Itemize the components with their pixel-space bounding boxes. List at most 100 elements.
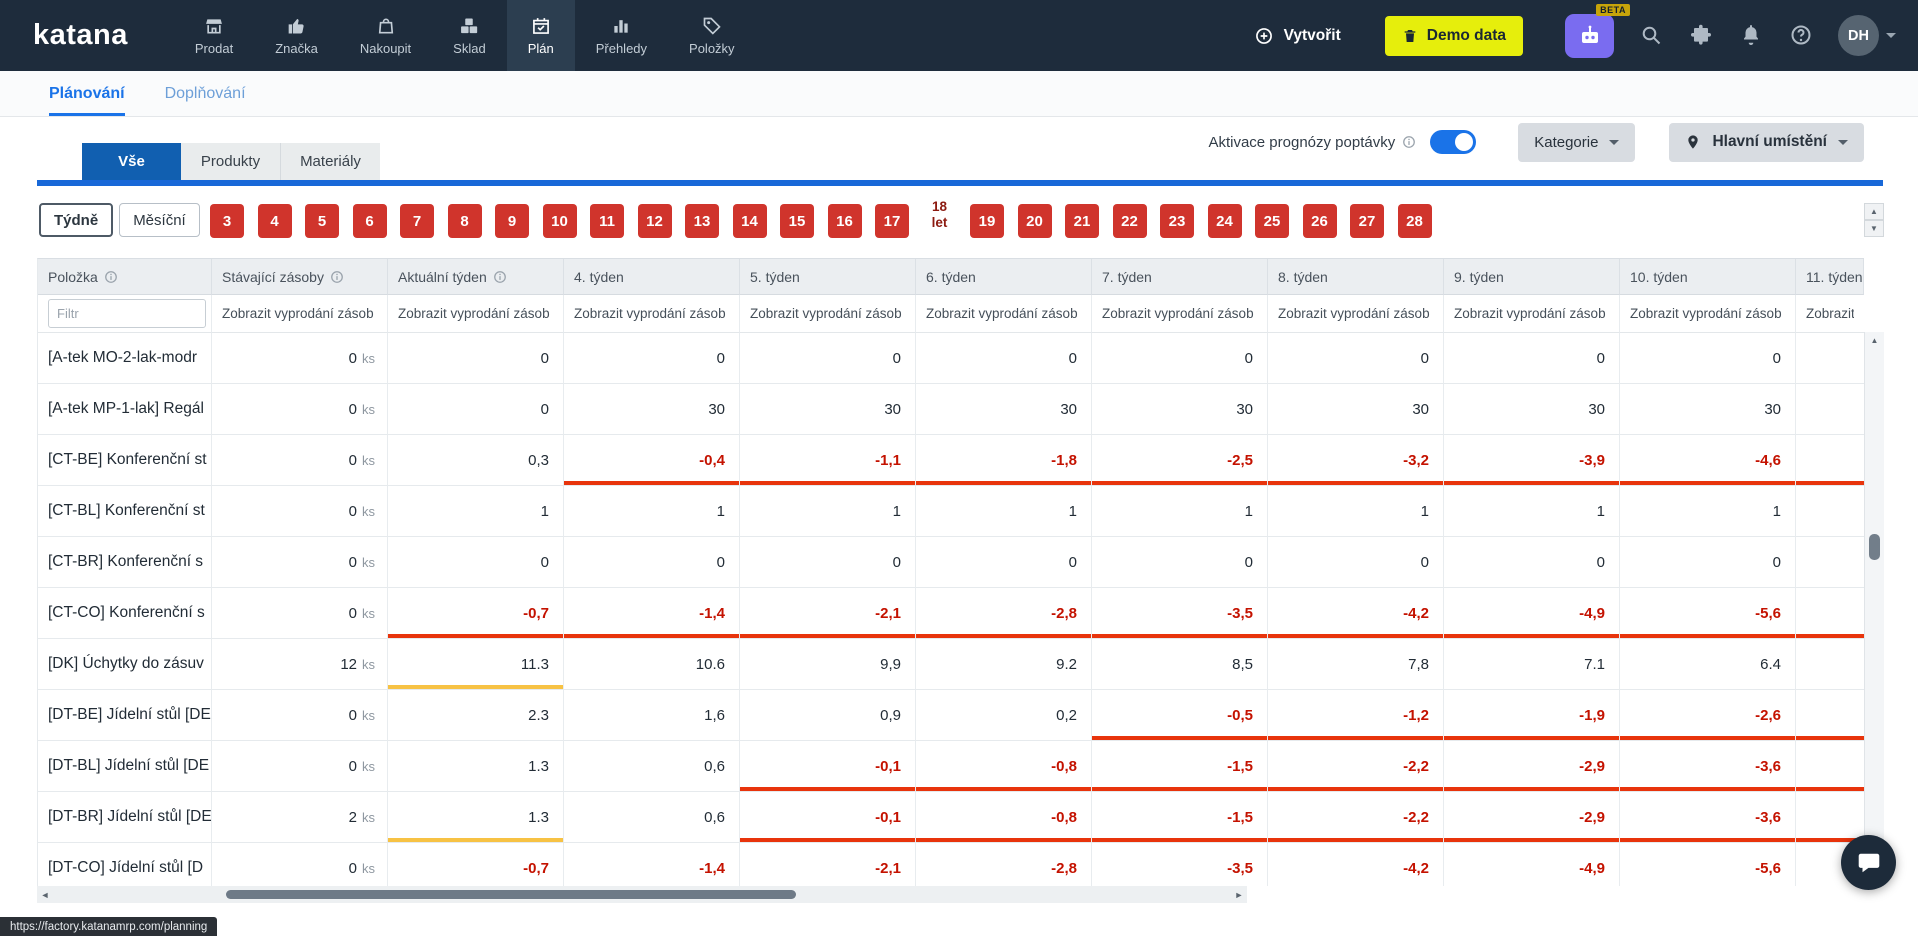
search-button[interactable]: [1638, 23, 1664, 49]
forecast-cell[interactable]: -2,9: [1444, 741, 1620, 792]
info-icon[interactable]: [330, 270, 344, 284]
item-name-cell[interactable]: [DT-BR] Jídelní stůl [DE: [38, 792, 212, 843]
forecast-cell[interactable]: -2,6: [1620, 690, 1796, 741]
katana-logo[interactable]: katana: [33, 19, 128, 52]
info-icon[interactable]: [493, 270, 507, 284]
forecast-cell[interactable]: -3,5: [1092, 588, 1268, 639]
forecast-cell[interactable]: -3,6: [1620, 792, 1796, 843]
week-button-26[interactable]: 26: [1303, 204, 1337, 238]
forecast-cell[interactable]: 30: [564, 384, 740, 435]
forecast-cell[interactable]: 0: [916, 333, 1092, 384]
forecast-cell[interactable]: 0,3: [388, 435, 564, 486]
show-stockout-link[interactable]: Zobrazit vyprodání zásob: [926, 306, 1078, 321]
forecast-cell[interactable]: 30: [1444, 384, 1620, 435]
forecast-cell[interactable]: 30: [1620, 384, 1796, 435]
forecast-cell[interactable]: 0,9: [740, 690, 916, 741]
item-name-cell[interactable]: [DT-BL] Jídelní stůl [DE: [38, 741, 212, 792]
forecast-cell[interactable]: -2,5: [1092, 435, 1268, 486]
category-dropdown-button[interactable]: Kategorie: [1518, 123, 1635, 162]
week-button-19[interactable]: 19: [970, 204, 1004, 238]
info-icon[interactable]: [1402, 135, 1416, 149]
item-name-cell[interactable]: [A-tek MP-1-lak] Regál: [38, 384, 212, 435]
forecast-cell[interactable]: 1: [388, 486, 564, 537]
forecast-cell[interactable]: 1: [740, 486, 916, 537]
forecast-cell[interactable]: 0: [1620, 333, 1796, 384]
show-stockout-link[interactable]: Zobrazit vyprodání zásob: [398, 306, 550, 321]
weekly-button[interactable]: Týdně: [39, 203, 113, 237]
forecast-cell[interactable]: [1796, 792, 1864, 843]
forecast-cell[interactable]: -5,6: [1620, 843, 1796, 886]
forecast-cell[interactable]: [1796, 333, 1864, 384]
item-name-cell[interactable]: [CT-BL] Konferenční st: [38, 486, 212, 537]
info-icon[interactable]: [104, 270, 118, 284]
forecast-cell[interactable]: -4,6: [1620, 435, 1796, 486]
forecast-cell[interactable]: -0,1: [740, 741, 916, 792]
forecast-cell[interactable]: [1796, 741, 1864, 792]
item-name-cell[interactable]: [DK] Úchytky do zásuv: [38, 639, 212, 690]
column-header-10-tyden[interactable]: 10. týden: [1620, 259, 1796, 295]
forecast-cell[interactable]: 8,5: [1092, 639, 1268, 690]
column-header-6-tyden[interactable]: 6. týden: [916, 259, 1092, 295]
forecast-cell[interactable]: 1: [1268, 486, 1444, 537]
week-button-8[interactable]: 8: [448, 204, 482, 238]
forecast-cell[interactable]: 30: [1092, 384, 1268, 435]
forecast-cell[interactable]: 0: [564, 537, 740, 588]
nav-item-sklad[interactable]: Sklad: [432, 0, 507, 71]
vertical-scrollbar[interactable]: ▲ ▼: [1864, 332, 1884, 886]
nav-item-plan[interactable]: Plán: [507, 0, 575, 71]
forecast-cell[interactable]: -4,2: [1268, 588, 1444, 639]
forecast-toggle[interactable]: [1430, 130, 1476, 154]
forecast-cell[interactable]: 1: [1092, 486, 1268, 537]
forecast-cell[interactable]: -2,8: [916, 843, 1092, 886]
forecast-cell[interactable]: 0: [1444, 537, 1620, 588]
forecast-cell[interactable]: 0,6: [564, 792, 740, 843]
forecast-cell[interactable]: [1796, 537, 1864, 588]
show-stockout-link[interactable]: Zobrazit vyprodání zásob: [1278, 306, 1430, 321]
forecast-cell[interactable]: 0: [740, 537, 916, 588]
week-button-15[interactable]: 15: [780, 204, 814, 238]
forecast-cell[interactable]: -0,7: [388, 588, 564, 639]
forecast-cell[interactable]: 11.3: [388, 639, 564, 690]
forecast-cell[interactable]: -1,8: [916, 435, 1092, 486]
forecast-cell[interactable]: 0: [1444, 333, 1620, 384]
week-button-28[interactable]: 28: [1398, 204, 1432, 238]
user-menu[interactable]: DH: [1838, 15, 1896, 56]
nav-item-znacka[interactable]: Značka: [254, 0, 339, 71]
forecast-cell[interactable]: 30: [1268, 384, 1444, 435]
item-name-cell[interactable]: [CT-BE] Konferenční st: [38, 435, 212, 486]
forecast-cell[interactable]: 1: [1620, 486, 1796, 537]
horizontal-scroll-thumb[interactable]: [226, 890, 796, 899]
spinner-up-icon[interactable]: ▲: [1864, 203, 1884, 220]
forecast-cell[interactable]: -0,5: [1092, 690, 1268, 741]
forecast-cell[interactable]: -1,5: [1092, 741, 1268, 792]
forecast-cell[interactable]: -1,9: [1444, 690, 1620, 741]
horizontal-scrollbar[interactable]: ◄ ►: [37, 886, 1247, 903]
item-name-cell[interactable]: [DT-BE] Jídelní stůl [DE: [38, 690, 212, 741]
week-button-6[interactable]: 6: [353, 204, 387, 238]
forecast-cell[interactable]: [1796, 486, 1864, 537]
forecast-cell[interactable]: 1: [916, 486, 1092, 537]
nav-item-prodat[interactable]: Prodat: [174, 0, 254, 71]
forecast-cell[interactable]: 30: [916, 384, 1092, 435]
nav-item-nakoupit[interactable]: Nakoupit: [339, 0, 432, 71]
forecast-cell[interactable]: -1,2: [1268, 690, 1444, 741]
spinner-down-icon[interactable]: ▼: [1864, 220, 1884, 237]
forecast-cell[interactable]: 0: [1620, 537, 1796, 588]
week-button-20[interactable]: 20: [1018, 204, 1052, 238]
forecast-cell[interactable]: -3,9: [1444, 435, 1620, 486]
forecast-cell[interactable]: 6.4: [1620, 639, 1796, 690]
forecast-cell[interactable]: -5,6: [1620, 588, 1796, 639]
forecast-cell[interactable]: [1796, 639, 1864, 690]
forecast-cell[interactable]: -0,8: [916, 741, 1092, 792]
forecast-cell[interactable]: -2,2: [1268, 741, 1444, 792]
forecast-cell[interactable]: 1: [564, 486, 740, 537]
scroll-up-icon[interactable]: ▲: [1865, 332, 1884, 348]
nav-item-prehledy[interactable]: Přehledy: [575, 0, 668, 71]
forecast-cell[interactable]: 0,6: [564, 741, 740, 792]
forecast-cell[interactable]: 0,2: [916, 690, 1092, 741]
forecast-cell[interactable]: -0,4: [564, 435, 740, 486]
vertical-scroll-thumb[interactable]: [1869, 534, 1880, 560]
tab-planovani[interactable]: Plánování: [49, 71, 125, 116]
column-header-polozka[interactable]: Položka: [38, 259, 212, 295]
forecast-cell[interactable]: -1,4: [564, 843, 740, 886]
